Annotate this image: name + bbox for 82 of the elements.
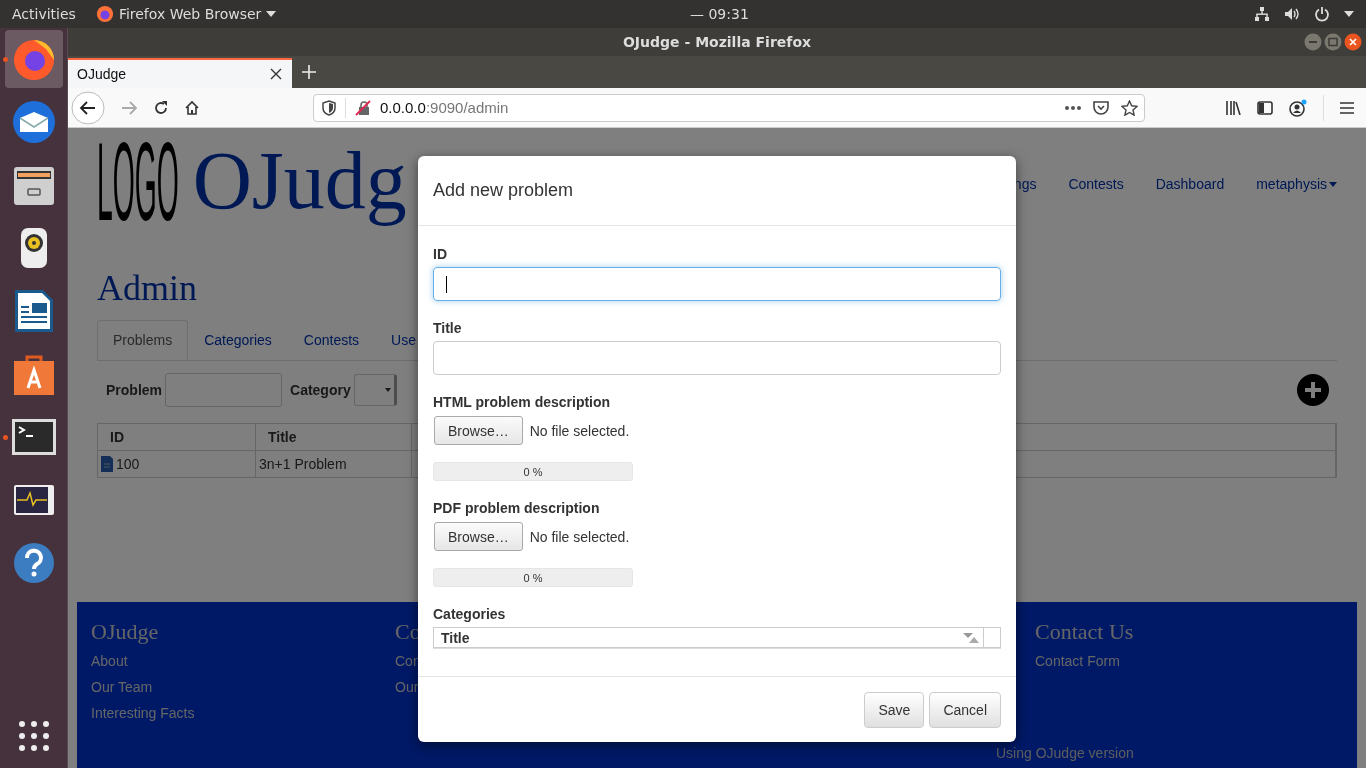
browser-tab[interactable]: OJudge bbox=[68, 58, 292, 88]
problem-filter-field[interactable] bbox=[165, 373, 282, 407]
browse-button[interactable]: Browse… bbox=[434, 416, 523, 445]
document-icon bbox=[101, 456, 113, 472]
document-icon bbox=[12, 288, 55, 334]
sort-icon[interactable] bbox=[963, 632, 979, 643]
app-menu[interactable]: Firefox Web Browser bbox=[95, 5, 277, 23]
add-icon[interactable] bbox=[1297, 374, 1329, 406]
field-label: ID bbox=[433, 245, 448, 264]
filter-label: Category bbox=[290, 382, 351, 398]
user-menu[interactable]: metaphysis bbox=[1256, 176, 1337, 192]
star-icon[interactable] bbox=[1121, 99, 1138, 116]
field-label: Categories bbox=[433, 605, 507, 624]
firefox-icon bbox=[95, 5, 114, 23]
column-header[interactable]: Title bbox=[256, 424, 412, 451]
tab[interactable]: Contests bbox=[287, 320, 376, 360]
running-indicator bbox=[2, 57, 8, 62]
heartbeat-monitor-icon bbox=[12, 484, 55, 516]
footer-heading: Contact Us bbox=[1035, 620, 1135, 644]
tab[interactable]: Categories bbox=[188, 320, 288, 360]
table-cell: 3n+1 Problem bbox=[256, 451, 412, 477]
table-cell: 100 bbox=[98, 451, 256, 477]
dialog-title: Add new problem bbox=[433, 180, 574, 201]
field-label: HTML problem description bbox=[433, 393, 612, 412]
close-icon[interactable] bbox=[1344, 33, 1362, 51]
sidebar-icon[interactable] bbox=[1257, 100, 1273, 115]
more-icon[interactable] bbox=[1065, 105, 1081, 110]
clock[interactable]: — 09:31 bbox=[690, 6, 749, 22]
page-heading: Admin bbox=[97, 268, 197, 308]
nav-link[interactable]: Contests bbox=[1068, 176, 1124, 192]
filter-label: Problem bbox=[106, 382, 162, 398]
minimize-icon[interactable] bbox=[1304, 33, 1322, 51]
progress-text: 0 % bbox=[523, 571, 543, 584]
caret-icon[interactable] bbox=[1344, 11, 1354, 17]
footer-link[interactable]: Contact Form bbox=[1035, 653, 1343, 670]
logo: LOGO bbox=[97, 132, 179, 232]
window-title: OJudge - Mozilla Firefox bbox=[622, 34, 812, 50]
field-label: PDF problem description bbox=[433, 499, 601, 518]
text-cursor bbox=[446, 275, 447, 293]
dialog-button[interactable]: Cancel bbox=[929, 691, 1001, 728]
file-status: No file selected. bbox=[529, 528, 630, 545]
field-label: Title bbox=[433, 319, 463, 338]
insecure-lock-icon[interactable] bbox=[355, 99, 371, 116]
new-tab-icon[interactable] bbox=[302, 65, 316, 79]
column-header[interactable]: ID bbox=[98, 424, 256, 451]
progress-text: 0 % bbox=[523, 465, 543, 478]
column-header[interactable]: Title bbox=[434, 628, 984, 647]
help-icon bbox=[12, 542, 55, 584]
power-icon[interactable] bbox=[1314, 6, 1330, 22]
dialog-button[interactable]: Save bbox=[864, 691, 925, 728]
address-bar[interactable]: 0.0.0.0:9090/admin bbox=[313, 93, 1145, 122]
footer-link[interactable]: Interesting Facts bbox=[91, 705, 395, 722]
account-icon[interactable] bbox=[1289, 98, 1307, 117]
version-note: Using OJudge version bbox=[996, 745, 1135, 761]
app-grid-icon[interactable] bbox=[17, 720, 50, 752]
input-field[interactable] bbox=[433, 341, 1001, 375]
brand-title[interactable]: OJudg bbox=[192, 136, 407, 226]
terminal-icon bbox=[10, 418, 57, 456]
reload-icon[interactable] bbox=[153, 99, 169, 116]
footer-link[interactable]: About bbox=[91, 653, 395, 670]
network-icon[interactable] bbox=[1254, 6, 1270, 22]
volume-icon[interactable] bbox=[1284, 6, 1300, 22]
menu-icon[interactable] bbox=[1340, 101, 1354, 114]
close-icon[interactable] bbox=[270, 68, 282, 80]
running-indicator bbox=[2, 435, 8, 440]
shield-icon[interactable] bbox=[322, 99, 336, 116]
footer-link[interactable]: Our Team bbox=[91, 679, 395, 696]
caret-icon bbox=[384, 388, 391, 392]
home-icon[interactable] bbox=[184, 99, 200, 116]
input-field[interactable] bbox=[433, 267, 1001, 301]
caret-icon bbox=[1329, 181, 1337, 187]
footer-heading: OJudge bbox=[91, 620, 160, 644]
browse-button[interactable]: Browse… bbox=[434, 522, 523, 551]
library-icon[interactable] bbox=[1225, 100, 1241, 115]
activities-button[interactable]: Activities bbox=[0, 6, 88, 22]
pocket-icon[interactable] bbox=[1093, 99, 1109, 116]
caret-icon bbox=[266, 11, 277, 17]
file-status: No file selected. bbox=[529, 422, 630, 439]
tab[interactable]: Problems bbox=[97, 320, 189, 360]
back-icon[interactable] bbox=[71, 90, 105, 125]
url-text[interactable]: 0.0.0.0:9090/admin bbox=[380, 99, 509, 116]
nav-link[interactable]: Dashboard bbox=[1155, 176, 1225, 192]
